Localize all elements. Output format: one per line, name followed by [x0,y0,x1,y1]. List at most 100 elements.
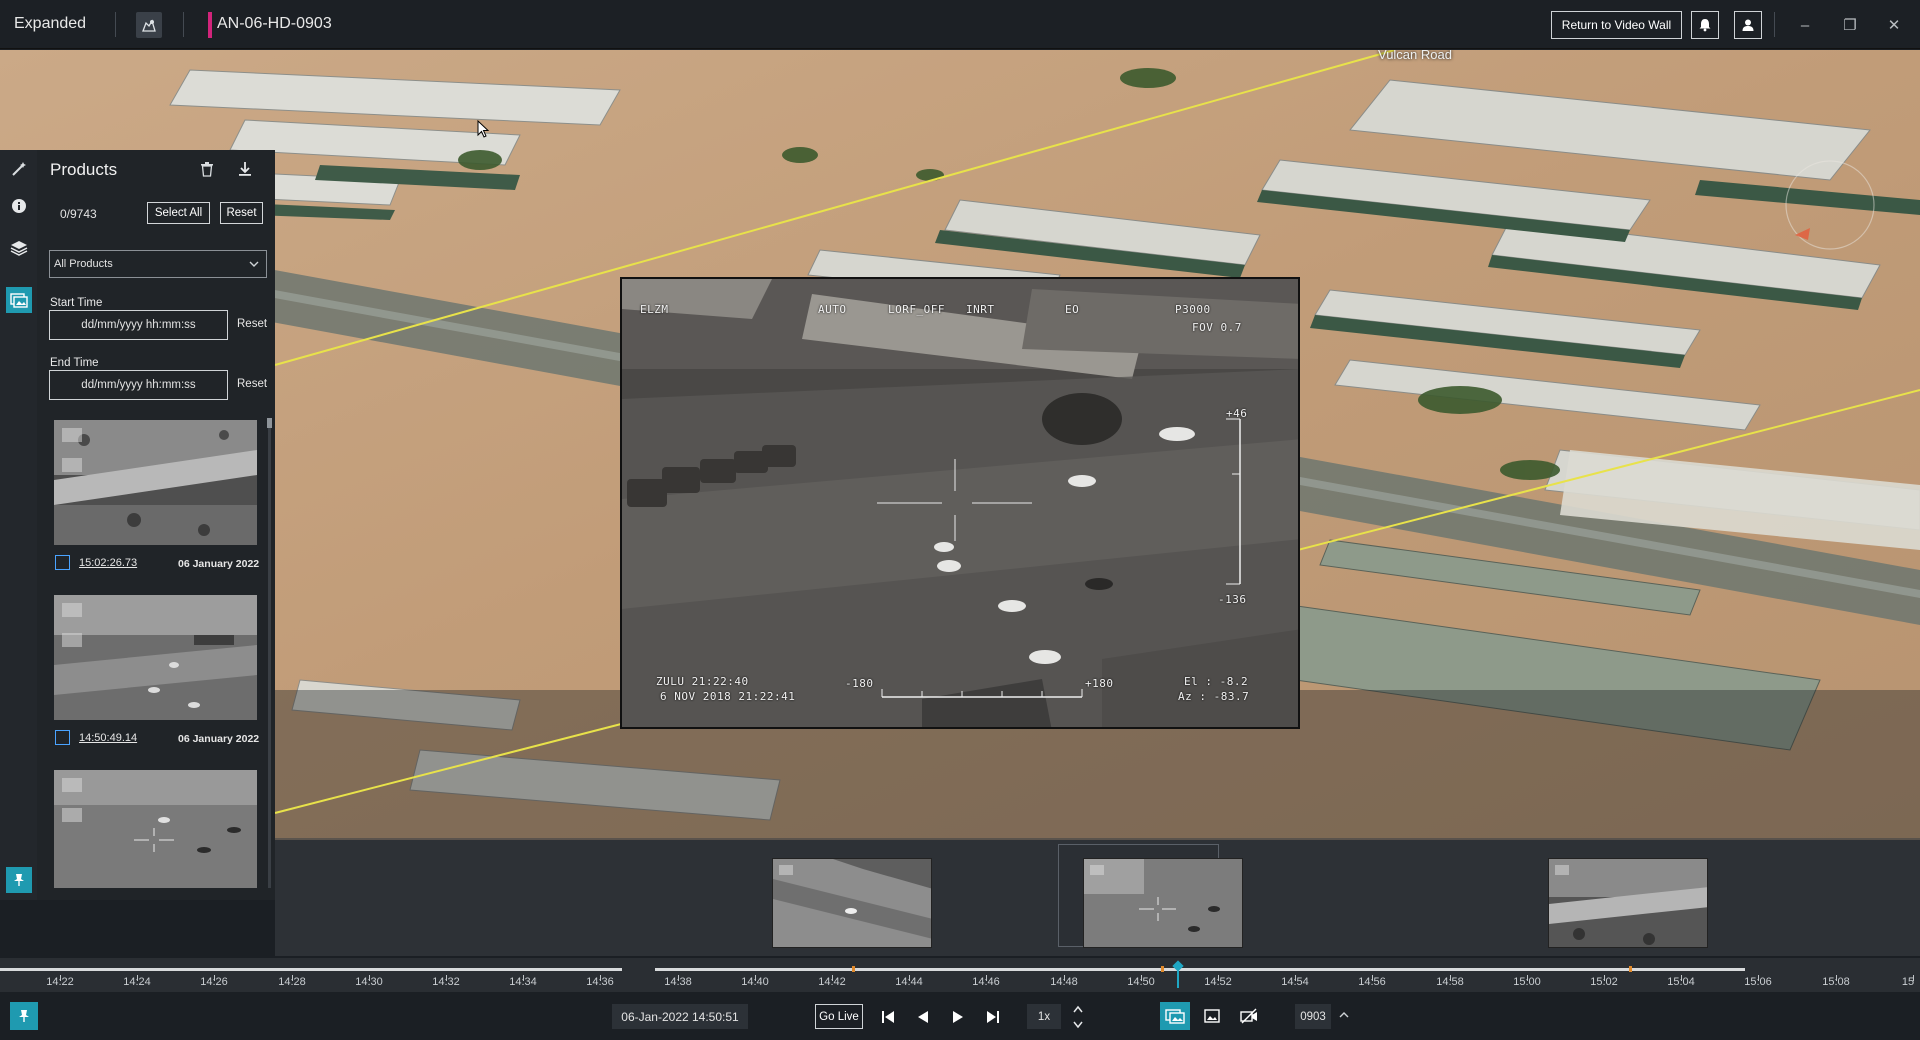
magic-wand-icon[interactable] [6,156,32,182]
start-time-input[interactable]: dd/mm/yyyy hh:mm:ss [49,310,228,340]
timeline-tick-label: 15:02 [1590,976,1618,988]
step-back-icon[interactable] [910,1004,936,1029]
filmstrip-frame[interactable] [1083,858,1243,948]
osd-inrt: INRT [966,303,995,316]
select-all-button[interactable]: Select All [147,202,210,224]
return-to-video-wall-button[interactable]: Return to Video Wall [1551,11,1682,39]
product-time-link[interactable]: 15:02:26.73 [79,557,137,569]
timeline-tick-label: 15 [1901,976,1915,988]
timeline-tick-label: 14:42 [818,976,846,988]
info-icon[interactable] [6,193,32,219]
timeline-tick-label: 14:50 [1127,976,1155,988]
feed-selector[interactable]: 0903 [1295,1004,1331,1029]
osd-zoom: P3000 [1175,303,1211,316]
timeline-tick-label: 15:04 [1667,976,1695,988]
playback-speed[interactable]: 1x [1027,1004,1061,1029]
trash-icon[interactable] [200,161,214,182]
product-type-select[interactable]: All Products [49,250,267,278]
timeline-marker[interactable] [852,966,855,972]
feed-id-title: AN-06-HD-0903 [217,15,332,32]
osd-date: 6 NOV 2018 21:22:41 [660,690,796,703]
panel-title: Products [50,160,118,179]
filmstrip-frame[interactable] [1548,858,1708,948]
timeline-tick-label: 15:08 [1822,976,1850,988]
end-time-input[interactable]: dd/mm/yyyy hh:mm:ss [49,370,228,400]
timeline-tick-label: 14:26 [200,976,228,988]
product-thumbnail[interactable] [54,595,257,720]
osd-el-top: +46 [1226,407,1248,420]
top-bar: Expanded AN-06-HD-0903 Return to Video W… [0,0,1920,49]
layers-icon[interactable] [6,235,32,261]
video-view-icon[interactable] [1160,1002,1190,1030]
view-mode-label: Expanded [14,15,87,32]
reset-selection-button[interactable]: Reset [220,202,263,224]
divider [1774,12,1775,37]
restore-icon[interactable]: ❐ [1836,12,1864,38]
playback-bar: 06-Jan-2022 14:50:51 Go Live 1x 0903 [0,992,1920,1040]
products-gallery-icon[interactable] [6,287,32,313]
product-type-value: All Products [54,258,113,270]
skip-start-icon[interactable] [875,1004,901,1029]
speed-stepper-icon[interactable] [1070,1001,1086,1033]
osd-az-readout: Az : -83.7 [1178,690,1250,703]
bell-icon[interactable] [1691,11,1719,39]
osd-sensor: ELZM [640,303,669,316]
close-icon[interactable]: ✕ [1880,12,1908,38]
product-checkbox[interactable] [55,555,70,570]
start-time-reset[interactable]: Reset [237,318,267,330]
scrollbar-thumb[interactable] [267,418,272,428]
timeline-tick-label: 14:34 [509,976,537,988]
timeline-tick-label: 15:06 [1744,976,1772,988]
download-icon[interactable] [237,161,253,182]
selection-count: 0/9743 [60,207,97,221]
osd-az-right: +180 [1085,677,1114,690]
products-panel: Products 0/9743 Select All Reset All Pro… [37,150,275,900]
mouse-cursor-icon [477,120,489,138]
timeline-tick-label: 14:54 [1281,976,1309,988]
end-time-reset[interactable]: Reset [237,378,267,390]
chevron-up-icon[interactable] [1338,1009,1350,1021]
play-icon[interactable] [945,1004,971,1029]
pin-icon[interactable] [6,867,32,893]
timeline-tick-label: 14:48 [1050,976,1078,988]
image-icon[interactable] [1197,1002,1227,1030]
end-time-label: End Time [50,357,99,369]
timeline-tick-label: 15:00 [1513,976,1541,988]
timeline-marker[interactable] [1629,966,1632,972]
video-off-icon[interactable] [1234,1002,1264,1030]
timeline-tick-label: 14:28 [278,976,306,988]
start-time-label: Start Time [50,297,103,309]
timeline-tick-label: 14:44 [895,976,923,988]
skip-end-icon[interactable] [980,1004,1006,1029]
osd-zulu: ZULU 21:22:40 [656,675,749,688]
user-icon[interactable] [1734,11,1762,39]
divider [183,12,184,37]
timeline[interactable]: 14:22 14:24 14:26 14:28 14:30 14:32 14:34 14:36… [0,958,1920,992]
timeline-tick-label: 14:24 [123,976,151,988]
chevron-down-icon [249,261,259,267]
side-rail [0,150,37,900]
timeline-track[interactable] [0,968,1745,971]
timeline-marker[interactable] [1161,966,1164,972]
pin-icon[interactable] [10,1002,38,1030]
osd-eo: EO [1065,303,1080,316]
osd-el-bottom: -136 [1218,593,1247,606]
product-thumbnail[interactable] [54,770,257,888]
current-datetime: 06-Jan-2022 14:50:51 [612,1004,748,1029]
timeline-tick-label: 14:30 [355,976,383,988]
go-live-button[interactable]: Go Live [815,1004,863,1029]
filmstrip-frame[interactable] [772,858,932,948]
map-person-icon[interactable] [136,12,162,38]
scrollbar[interactable] [268,418,271,888]
product-thumbnail[interactable] [54,420,257,545]
timeline-tick-label: 14:56 [1358,976,1386,988]
road-label: Vulcan Road [1378,50,1452,62]
product-time-link[interactable]: 14:50:49.14 [79,732,137,744]
product-checkbox[interactable] [55,730,70,745]
feed-color-tag [208,12,212,38]
osd-lorf: LORF_OFF [888,303,945,316]
divider [115,12,116,37]
video-feed-player[interactable]: ELZM AUTO LORF_OFF INRT EO P3000 FOV 0.7… [620,277,1300,729]
minimize-icon[interactable]: – [1791,12,1819,38]
osd-el-readout: El : -8.2 [1184,675,1249,688]
